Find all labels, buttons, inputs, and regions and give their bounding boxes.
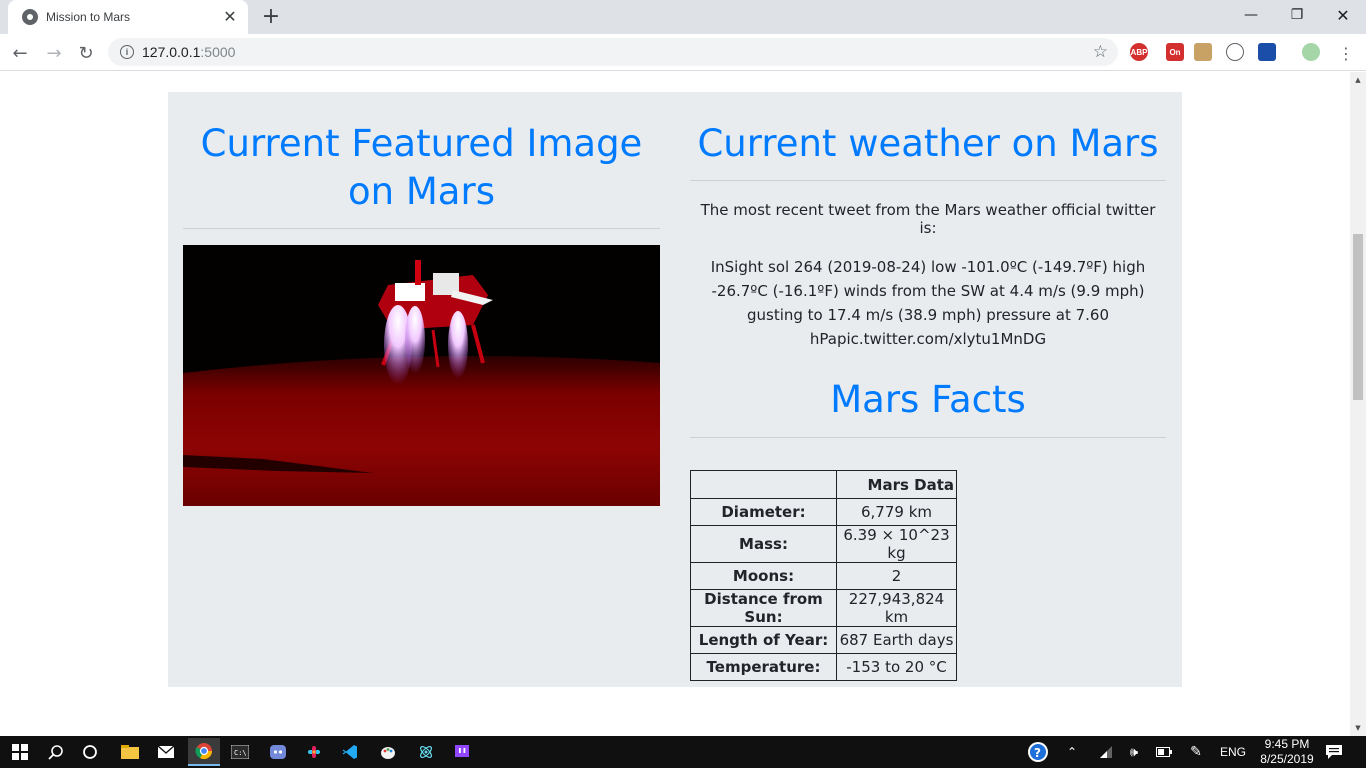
file-explorer-icon[interactable] — [118, 740, 142, 764]
fact-value: -153 to 20 °C — [836, 653, 957, 681]
facts-divider — [690, 437, 1166, 438]
table-row: Moons: 2 — [690, 562, 957, 590]
table-row: Mass: 6.39 × 10^23 kg — [690, 525, 957, 563]
restore-icon[interactable]: ❐ — [1274, 0, 1320, 30]
featured-divider — [183, 228, 660, 229]
fact-label: Distance from Sun: — [690, 589, 837, 627]
windows-start-icon[interactable] — [8, 740, 32, 764]
svg-text:C:\: C:\ — [234, 749, 247, 757]
browser-tab-bar: Mission to Mars ✕ + — ❐ ✕ — [0, 0, 1366, 34]
fact-label: Length of Year: — [690, 626, 837, 654]
discord-icon[interactable] — [266, 740, 290, 764]
forward-arrow-icon[interactable]: → — [40, 39, 68, 67]
extension-face-icon[interactable] — [1194, 43, 1212, 61]
info-icon[interactable]: i — [120, 45, 134, 59]
browser-tab[interactable]: Mission to Mars ✕ — [8, 0, 248, 34]
address-bar[interactable]: i 127.0.0.1:5000 ☆ — [108, 38, 1118, 66]
terminal-icon[interactable]: C:\ — [228, 740, 252, 764]
fact-label: Moons: — [690, 562, 837, 590]
clock-time[interactable]: 9:45 PM — [1256, 737, 1318, 751]
reload-icon[interactable]: ↻ — [72, 39, 100, 67]
menu-kebab-icon[interactable]: ⋮ — [1332, 39, 1360, 67]
battery-icon[interactable] — [1152, 740, 1176, 764]
extension-on-icon[interactable]: On — [1166, 43, 1184, 61]
tweet-intro-text: The most recent tweet from the Mars weat… — [700, 201, 1156, 237]
table-row: Length of Year: 687 Earth days — [690, 626, 957, 654]
jumbotron-container: Current Featured Image on Mars Current w… — [168, 92, 1182, 687]
scroll-down-icon[interactable]: ▼ — [1350, 720, 1366, 736]
facts-header-cell: Mars Data — [836, 470, 957, 499]
profile-avatar[interactable] — [1302, 43, 1320, 61]
fact-value: 2 — [836, 562, 957, 590]
table-row: Diameter: 6,779 km — [690, 498, 957, 526]
scroll-thumb[interactable] — [1353, 234, 1363, 400]
featured-image-column: Current Featured Image on Mars — [183, 92, 660, 506]
mars-lander-illustration — [183, 245, 660, 506]
weather-facts-column: Current weather on Mars The most recent … — [690, 92, 1166, 681]
chrome-icon[interactable] — [188, 738, 220, 766]
table-row: Distance from Sun: 227,943,824 km — [690, 589, 957, 627]
help-icon[interactable]: ? — [1026, 740, 1050, 764]
extension-search-icon[interactable] — [1258, 43, 1276, 61]
featured-title-line1: Current Featured Image — [200, 122, 643, 165]
close-window-icon[interactable]: ✕ — [1320, 0, 1366, 30]
table-row: Temperature: -153 to 20 °C — [690, 653, 957, 681]
tab-title: Mission to Mars — [46, 10, 131, 24]
tray-chevron-up-icon[interactable]: ⌃ — [1060, 740, 1084, 764]
mars-facts-table: Mars Data Diameter: 6,779 km Mass: 6.39 … — [690, 470, 957, 681]
featured-mars-image[interactable] — [183, 245, 660, 506]
fact-value: 227,943,824 km — [836, 589, 957, 627]
page-scrollbar[interactable]: ▲ ▼ — [1350, 72, 1366, 736]
back-arrow-icon[interactable]: ← — [6, 39, 34, 67]
mars-facts-title: Mars Facts — [830, 378, 1026, 421]
windows-taskbar: C:\ ? ⌃ 🕪 ✎ ENG 9:45 PM 8/25/2019 — [0, 736, 1366, 768]
url-port: :5000 — [200, 44, 236, 60]
web-page: Current Featured Image on Mars Current w… — [0, 72, 1350, 736]
clock-date[interactable]: 8/25/2019 — [1250, 752, 1324, 766]
task-view-icon[interactable] — [78, 740, 102, 764]
extension-circle-icon[interactable] — [1226, 43, 1244, 61]
fact-value: 687 Earth days — [836, 626, 957, 654]
svg-text:?: ? — [1034, 746, 1041, 760]
notifications-icon[interactable] — [1322, 740, 1346, 764]
search-icon[interactable] — [44, 740, 68, 764]
featured-image-title: Current Featured Image on Mars — [183, 92, 660, 228]
scroll-up-icon[interactable]: ▲ — [1350, 72, 1366, 88]
atom-icon[interactable] — [414, 740, 438, 764]
featured-title-line2: on Mars — [348, 170, 495, 213]
fact-label: Diameter: — [690, 498, 837, 526]
bookmark-star-icon[interactable]: ☆ — [1093, 42, 1108, 62]
pen-icon[interactable]: ✎ — [1184, 740, 1208, 764]
mail-icon[interactable] — [154, 740, 178, 764]
facts-header-empty — [690, 470, 837, 499]
facts-header-row: Mars Data — [690, 470, 957, 499]
url-host: 127.0.0.1 — [142, 44, 201, 60]
paint-icon[interactable] — [376, 740, 400, 764]
adblock-icon[interactable]: ABP — [1130, 43, 1148, 61]
fact-value: 6,779 km — [836, 498, 957, 526]
fact-label: Temperature: — [690, 653, 837, 681]
vscode-icon[interactable] — [338, 740, 362, 764]
minimize-icon[interactable]: — — [1228, 0, 1274, 30]
weather-title: Current weather on Mars — [697, 122, 1159, 165]
weather-divider — [690, 180, 1166, 181]
fact-value: 6.39 × 10^23 kg — [836, 525, 957, 563]
new-tab-button[interactable]: + — [258, 4, 284, 30]
slack-icon[interactable] — [302, 740, 326, 764]
weather-tweet-text: InSight sol 264 (2019-08-24) low -101.0º… — [710, 258, 1146, 348]
language-indicator[interactable]: ENG — [1220, 745, 1246, 759]
wifi-icon[interactable] — [1094, 740, 1118, 764]
fact-label: Mass: — [690, 525, 837, 563]
twitch-icon[interactable] — [450, 740, 474, 764]
browser-toolbar: ← → ↻ i 127.0.0.1:5000 ☆ ABP On ⋮ — [0, 34, 1366, 71]
globe-icon — [22, 9, 38, 25]
close-tab-icon[interactable]: ✕ — [222, 9, 238, 25]
volume-icon[interactable]: 🕪 — [1122, 740, 1146, 764]
